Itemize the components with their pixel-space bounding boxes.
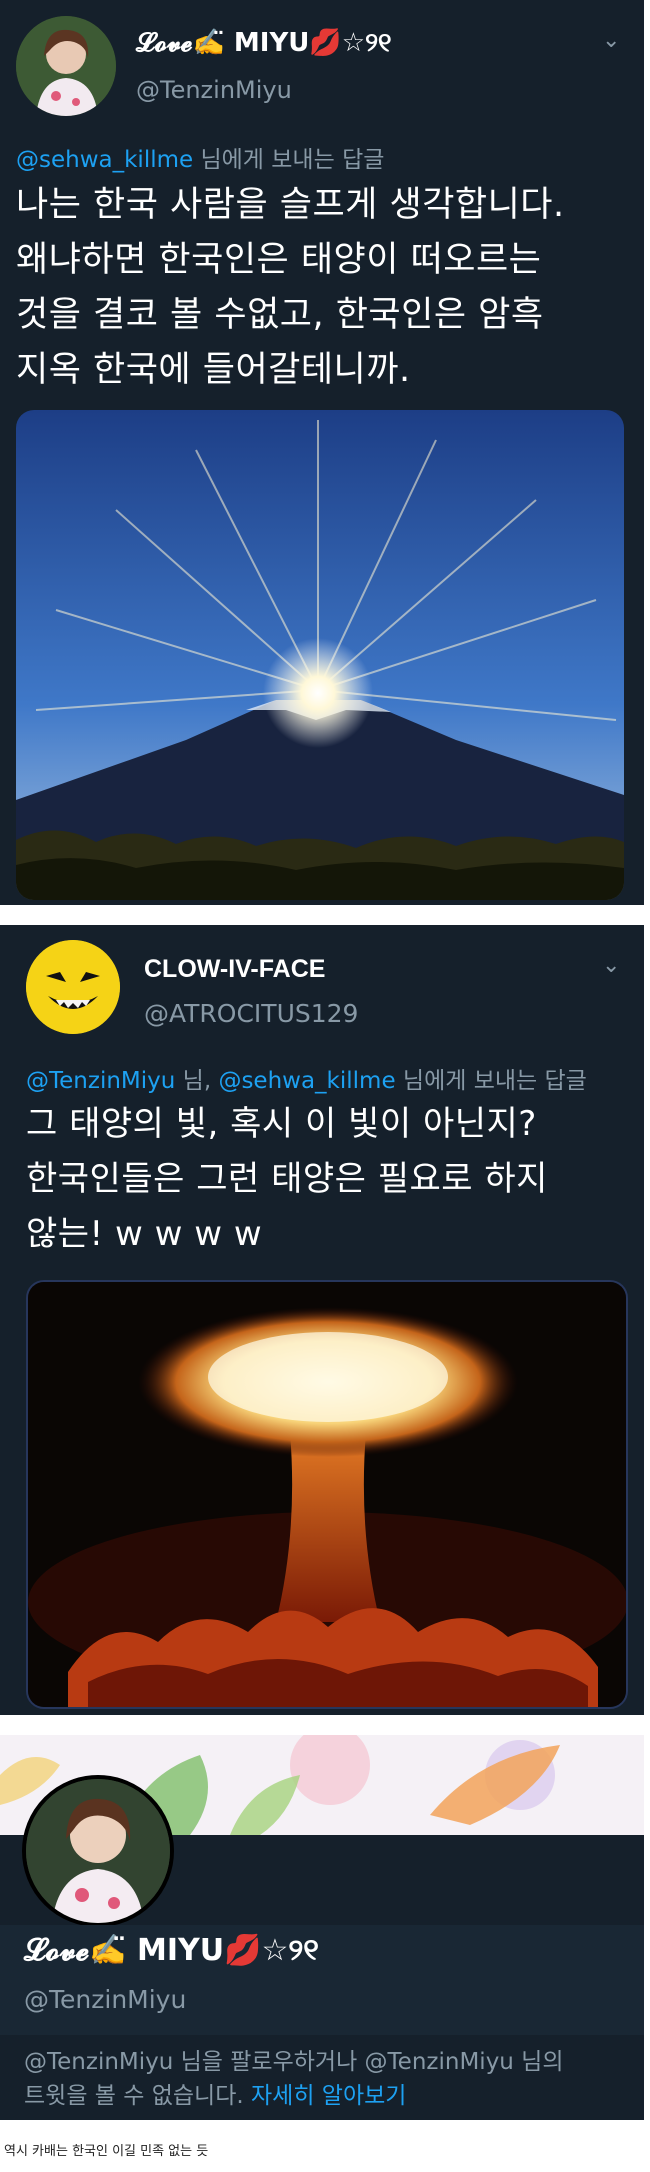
reply-context: @sehwa_killme 님에게 보내는 답글 [16,140,384,174]
blocked-message: @TenzinMiyu 님을 팔로우하거나 @TenzinMiyu 님의 트윗을… [24,2045,564,2113]
display-name: 𝓛𝓸𝓿𝓮✍️̈ MIYU💋☆୨୧ [24,1933,319,1968]
reply-separator: 님, [175,1068,219,1094]
profile-card: 𝓛𝓸𝓿𝓮✍️̈ MIYU💋☆୨୧ @TenzinMiyu @TenzinMiyu… [0,1735,644,2120]
tweet-line: 그 태양의 빛, 혹시 이 빛이 아닌지? [26,1104,537,1144]
avatar[interactable] [22,1775,174,1927]
tweet-line: 나는 한국 사람을 슬프게 생각합니다. [16,185,565,225]
chevron-down-icon[interactable]: ⌄ [602,953,620,978]
tweet-text: 나는 한국 사람을 슬프게 생각합니다. 왜냐하면 한국인은 태양이 떠오르는 … [16,178,565,398]
reply-mention-link[interactable]: @sehwa_killme [218,1068,395,1094]
display-name[interactable]: CLOW-IV-FACE [144,955,325,984]
tweet-image-explosion[interactable] [26,1280,628,1709]
display-name[interactable]: 𝓛𝓸𝓿𝓮✍️̈ MIYU💋☆୨୧ [136,28,392,59]
tweet-line: 왜냐하면 한국인은 태양이 떠오르는 [16,240,542,280]
tweet-line: 않는! w w w w [26,1214,263,1254]
avatar[interactable] [16,16,116,116]
reply-suffix: 님에게 보내는 답글 [395,1068,587,1094]
reply-mention-link[interactable]: @TenzinMiyu [26,1068,175,1094]
reply-mention-link[interactable]: @sehwa_killme [16,147,193,173]
tweet-line: 것을 결코 볼 수없고, 한국인은 암흑 [16,295,544,335]
tweet-text: 그 태양의 빛, 혹시 이 빛이 아닌지? 한국인들은 그런 태양은 필요로 하… [26,1097,548,1262]
tweet-line: 지옥 한국에 들어갈테니까. [16,350,411,390]
chevron-down-icon[interactable]: ⌄ [602,28,620,53]
blocked-text-line: 트윗을 볼 수 없습니다. [24,2083,251,2109]
tweet-card-2: CLOW-IV-FACE @ATROCITUS129 ⌄ @TenzinMiyu… [0,925,644,1715]
tweet-line: 한국인들은 그런 태양은 필요로 하지 [26,1159,548,1199]
reply-context: @TenzinMiyu 님, @sehwa_killme 님에게 보내는 답글 [26,1061,587,1095]
handle[interactable]: @TenzinMiyu [136,76,292,104]
learn-more-link[interactable]: 자세히 알아보기 [251,2083,406,2109]
handle: @TenzinMiyu [24,1985,187,2014]
avatar[interactable] [26,940,120,1034]
reply-suffix: 님에게 보내는 답글 [193,147,385,173]
caption-text: 역시 카배는 한국인 이길 민족 없는 듯 [4,2144,209,2159]
handle[interactable]: @ATROCITUS129 [144,999,358,1028]
tweet-image-sunrise[interactable] [16,410,624,900]
tweet-card-1: 𝓛𝓸𝓿𝓮✍️̈ MIYU💋☆୨୧ @TenzinMiyu ⌄ @sehwa_ki… [0,0,644,905]
blocked-text-line: @TenzinMiyu 님을 팔로우하거나 @TenzinMiyu 님의 [24,2049,564,2075]
